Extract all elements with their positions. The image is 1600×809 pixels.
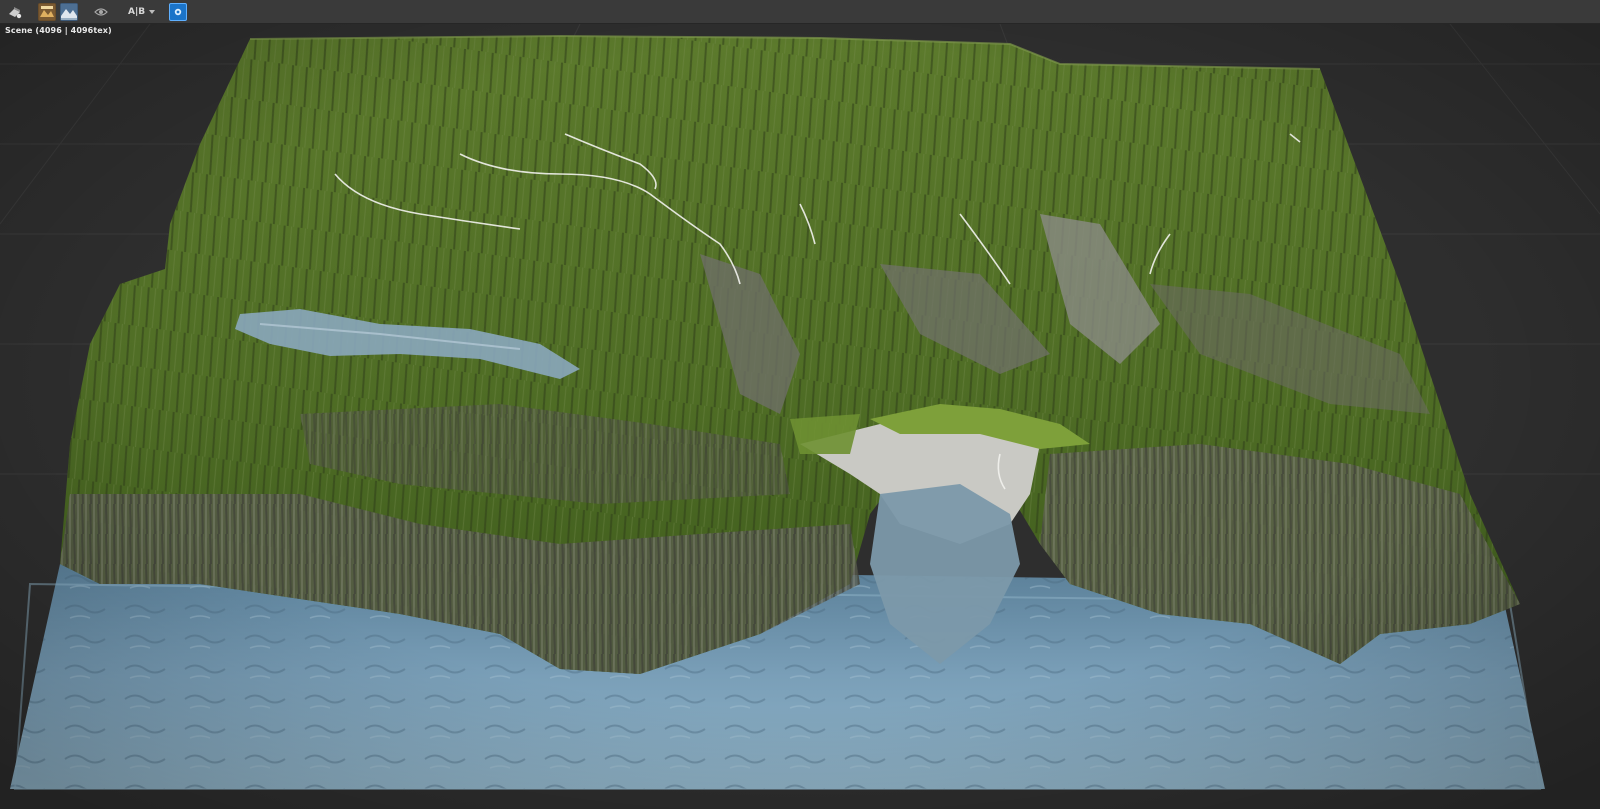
preset-thumbnail-button[interactable]: [38, 2, 56, 21]
visibility-toggle-button[interactable]: [92, 3, 110, 21]
3d-viewport[interactable]: [0, 24, 1600, 809]
landscape-thumbnail-icon: [61, 3, 77, 20]
terrain-editor-window: A|B Scene (4096 | 4096tex): [0, 0, 1600, 809]
terrain-render: [0, 24, 1600, 809]
camera-mode-button[interactable]: [6, 3, 24, 21]
chevron-down-icon: [149, 9, 156, 14]
landscape-thumbnail-button[interactable]: [60, 2, 78, 21]
viewport-toggle-icon: [174, 8, 182, 15]
viewport-toolbar: A|B: [0, 0, 1600, 24]
preset-thumbnail-icon: [39, 3, 55, 20]
viewport-scene-label: Scene (4096 | 4096tex): [5, 26, 112, 35]
ab-compare-dropdown[interactable]: A|B: [124, 3, 159, 21]
eye-icon: [94, 7, 108, 16]
ab-compare-label: A|B: [128, 6, 146, 17]
viewport-toggle-button[interactable]: [169, 2, 188, 21]
camera-mode-icon: [9, 6, 22, 18]
